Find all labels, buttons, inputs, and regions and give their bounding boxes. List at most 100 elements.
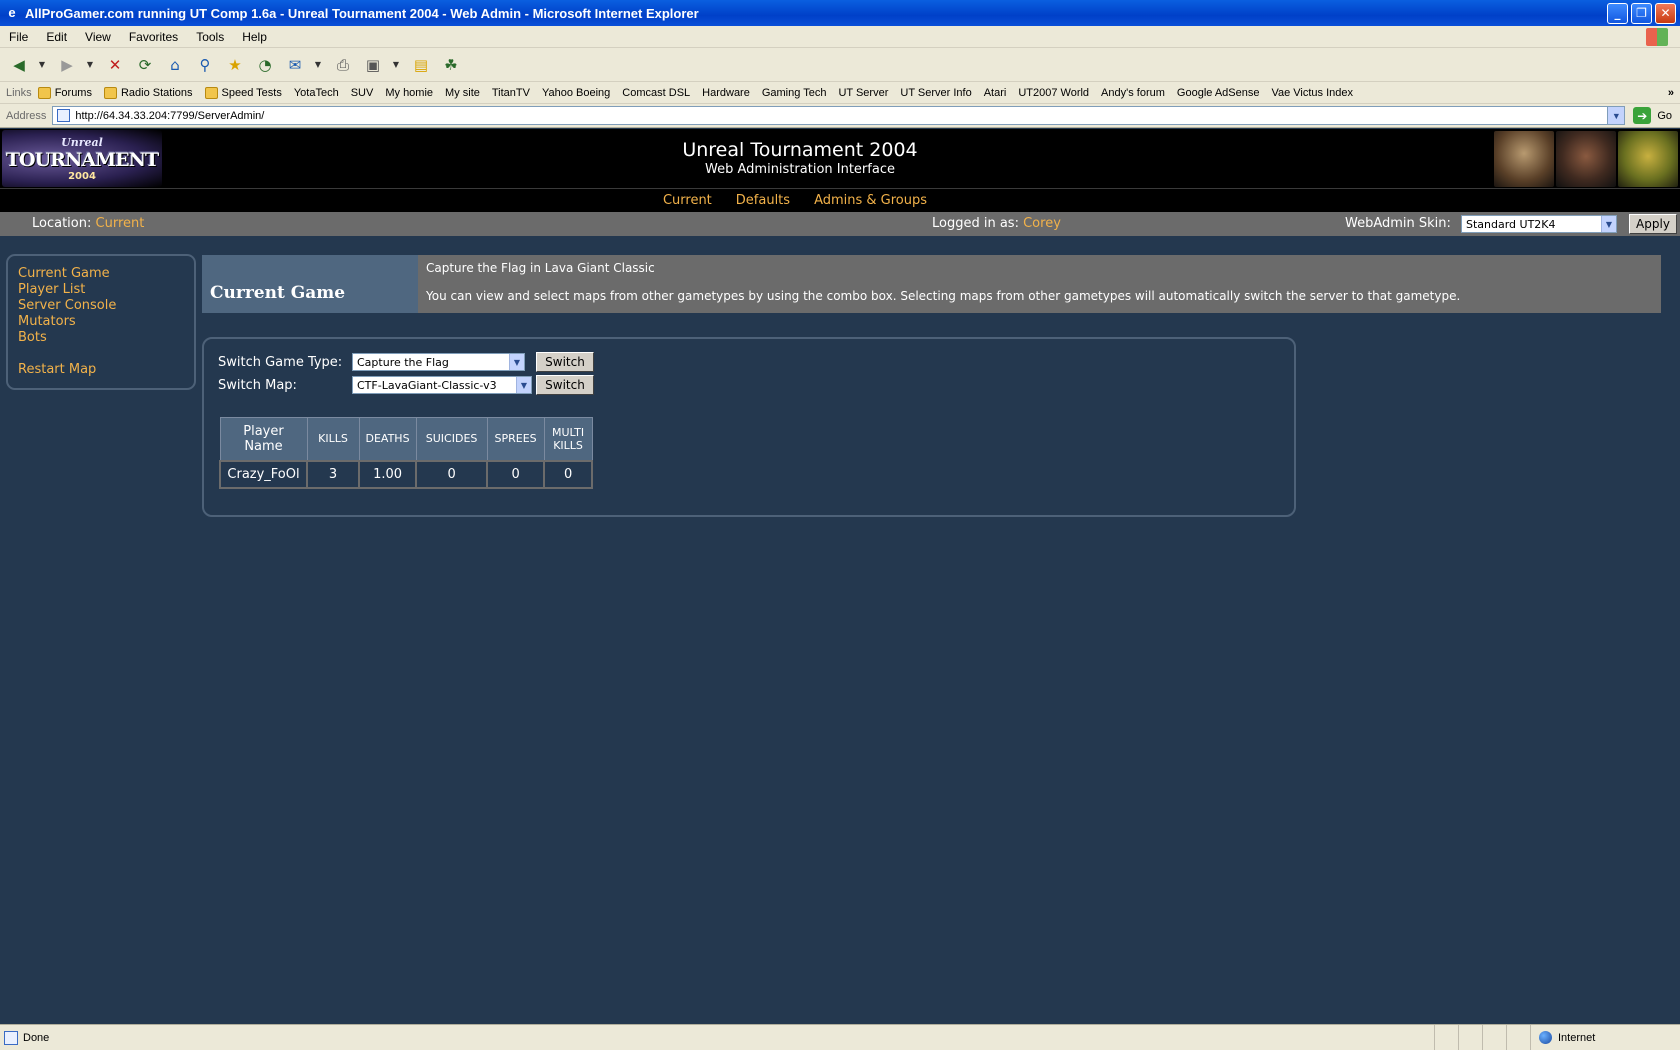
home-icon[interactable]: ⌂ [162,53,188,77]
back-icon[interactable]: ◀ [6,53,32,77]
column-header-multi-kills[interactable]: MULTI KILLS [543,417,593,461]
link-item[interactable]: Gaming Tech [762,87,827,99]
link-item[interactable]: Atari [984,87,1007,99]
apply-button[interactable]: Apply [1629,214,1677,234]
column-header-player-name[interactable]: Player Name [219,417,308,461]
link-item[interactable]: TitanTV [492,87,530,99]
minimize-button[interactable]: _ [1607,2,1628,24]
link-item[interactable]: Vae Victus Index [1271,87,1353,99]
link-label: Yahoo Boeing [541,86,611,99]
table-header-row: Player Name KILLS DEATHS SUICIDES SPREES… [219,417,593,461]
address-dropdown-icon[interactable]: ▼ [1608,106,1626,125]
location-text: Location: Current [32,216,144,231]
back-dropdown-icon[interactable]: ▼ [36,53,48,77]
go-button[interactable]: ➔ Go [1633,107,1672,124]
ut2004-logo: Unreal TOURNAMENT 2004 [2,130,162,187]
link-item[interactable]: Yahoo Boeing [542,87,610,99]
status-pane [1434,1025,1458,1050]
link-item[interactable]: YotaTech [294,87,339,99]
map-select[interactable]: CTF-LavaGiant-Classic-v3 ▼ [352,376,532,394]
header-subtitle: Web Administration Interface [705,162,895,177]
chevron-down-icon: ▼ [1601,216,1616,232]
link-item[interactable]: My homie [385,87,433,99]
restore-button[interactable]: ❐ [1631,2,1652,24]
sidebar-item-restart-map[interactable]: Restart Map [18,362,194,378]
link-item[interactable]: UT Server Info [900,87,971,99]
column-header-deaths[interactable]: DEATHS [358,417,417,461]
edit-dropdown-icon[interactable]: ▼ [390,53,402,77]
link-item[interactable]: Speed Tests [204,86,282,99]
switch-gametype-button[interactable]: Switch [536,352,594,372]
menu-favorites[interactable]: Favorites [120,30,187,44]
link-item[interactable]: Forums [37,86,92,99]
logo-line-3: 2004 [68,170,96,182]
gametype-select[interactable]: Capture the Flag ▼ [352,353,525,371]
link-label: Vae Victus Index [1271,86,1354,99]
switch-map-button[interactable]: Switch [536,375,594,395]
column-header-kills[interactable]: KILLS [306,417,360,461]
link-item[interactable]: My site [445,87,480,99]
history-icon[interactable]: ◔ [252,53,278,77]
chevron-down-icon: ▼ [516,377,531,393]
mail-icon[interactable]: ✉ [282,53,308,77]
more-links-chevron-icon[interactable]: » [1668,87,1674,99]
header-title-block: Unreal Tournament 2004 Web Administratio… [600,139,1000,177]
skin-label: WebAdmin Skin: [1345,216,1451,231]
nav-defaults[interactable]: Defaults [736,193,790,208]
mail-dropdown-icon[interactable]: ▼ [312,53,324,77]
discuss-icon[interactable]: ▤ [408,53,434,77]
refresh-icon[interactable]: ⟳ [132,53,158,77]
logged-in-user: Corey [1023,216,1061,231]
sidebar-item-server-console[interactable]: Server Console [18,298,194,314]
nav-current[interactable]: Current [663,193,712,208]
menu-tools[interactable]: Tools [187,30,233,44]
header-title: Unreal Tournament 2004 [682,139,918,161]
skin-select[interactable]: Standard UT2K4 ▼ [1461,215,1617,233]
sidebar-item-current-game[interactable]: Current Game [18,266,194,282]
webadmin-page: Unreal TOURNAMENT 2004 Unreal Tournament… [0,129,1680,1024]
link-item[interactable]: Hardware [702,87,750,99]
sidebar-item-player-list[interactable]: Player List [18,282,194,298]
address-input[interactable]: http://64.34.33.204:7799/ServerAdmin/ [52,106,1609,125]
toolbar: ◀ ▼ ▶ ▼ ✕ ⟳ ⌂ ⚲ ★ ◔ ✉ ▼ ⎙ ▣ ▼ ▤ ☘ [0,48,1680,82]
menu-view[interactable]: View [76,30,120,44]
favorites-star-icon[interactable]: ★ [222,53,248,77]
menu-edit[interactable]: Edit [37,30,76,44]
link-label: Google AdSense [1176,86,1260,99]
menu-help[interactable]: Help [233,30,276,44]
window-title: AllProGamer.com running UT Comp 1.6a - U… [25,5,699,21]
windows-logo-icon [1646,27,1668,46]
link-label: UT2007 World [1018,86,1090,99]
link-item[interactable]: UT2007 World [1018,87,1089,99]
edit-icon[interactable]: ▣ [360,53,386,77]
banner-title-box: Current Game [202,255,418,313]
location-link[interactable]: Current [96,216,145,231]
column-header-sprees[interactable]: SPREES [486,417,545,461]
links-bar: Links Forums Radio Stations Speed Tests … [0,82,1680,104]
link-item[interactable]: Andy's forum [1101,87,1165,99]
link-item[interactable]: UT Server [838,87,888,99]
messenger-icon[interactable]: ☘ [438,53,464,77]
print-icon[interactable]: ⎙ [330,53,356,77]
link-item[interactable]: Comcast DSL [622,87,690,99]
search-icon[interactable]: ⚲ [192,53,218,77]
link-item[interactable]: SUV [351,87,374,99]
link-label: UT Server [838,86,889,99]
cell-deaths: 1.00 [357,459,418,489]
banner-game-description: Capture the Flag in Lava Giant Classic [426,261,655,275]
character-portrait [1556,131,1616,187]
link-item[interactable]: Google AdSense [1177,87,1260,99]
top-nav: Current Defaults Admins & Groups [0,188,1680,212]
forward-dropdown-icon[interactable]: ▼ [84,53,96,77]
forward-icon[interactable]: ▶ [54,53,80,77]
nav-admins-groups[interactable]: Admins & Groups [814,193,927,208]
sidebar-item-mutators[interactable]: Mutators [18,314,194,330]
close-button[interactable]: ✕ [1655,2,1676,24]
link-item[interactable]: Radio Stations [103,86,193,99]
menu-file[interactable]: File [0,30,37,44]
column-header-suicides[interactable]: SUICIDES [415,417,488,461]
stop-icon[interactable]: ✕ [102,53,128,77]
location-bar: Location: Current Logged in as: Corey We… [0,212,1680,236]
window-title-bar: e AllProGamer.com running UT Comp 1.6a -… [0,0,1680,26]
sidebar-item-bots[interactable]: Bots [18,330,194,346]
